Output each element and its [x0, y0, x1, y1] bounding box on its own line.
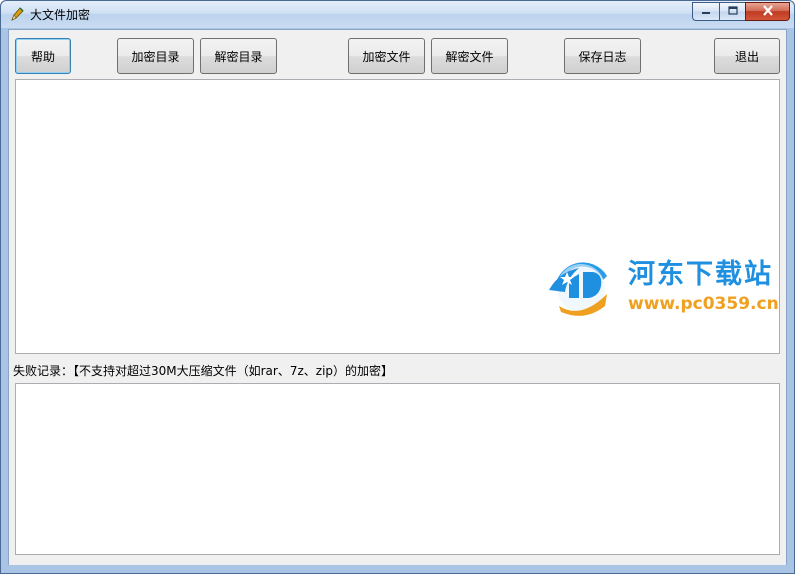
minimize-icon	[701, 5, 711, 19]
watermark-logo-icon	[545, 250, 617, 325]
maximize-button[interactable]	[719, 2, 745, 21]
save-log-button[interactable]: 保存日志	[564, 38, 641, 74]
site-watermark: 河东下载站 www.pc0359.cn	[545, 248, 790, 323]
close-icon	[762, 4, 774, 19]
help-button[interactable]: 帮助	[15, 38, 71, 74]
decrypt-file-button[interactable]: 解密文件	[431, 38, 508, 74]
encrypt-directory-button[interactable]: 加密目录	[117, 38, 194, 74]
close-button[interactable]	[745, 2, 790, 21]
minimize-button[interactable]	[692, 2, 719, 21]
failure-records-label: 失败记录：【不支持对超过30M大压缩文件（如rar、7z、zip）的加密】	[13, 364, 394, 378]
title-bar[interactable]: 大文件加密	[1, 1, 794, 28]
encrypt-file-button[interactable]: 加密文件	[348, 38, 425, 74]
decrypt-directory-button[interactable]: 解密目录	[200, 38, 277, 74]
maximize-icon	[727, 5, 738, 19]
watermark-site-name: 河东下载站	[628, 259, 773, 290]
window-title: 大文件加密	[30, 8, 91, 22]
app-pen-icon	[9, 6, 25, 22]
failure-records-textarea[interactable]	[15, 383, 780, 555]
caption-buttons	[692, 2, 790, 21]
window-bottom-frame	[1, 565, 794, 573]
exit-button[interactable]: 退出	[714, 38, 780, 74]
watermark-site-url: www.pc0359.cn	[628, 294, 779, 314]
